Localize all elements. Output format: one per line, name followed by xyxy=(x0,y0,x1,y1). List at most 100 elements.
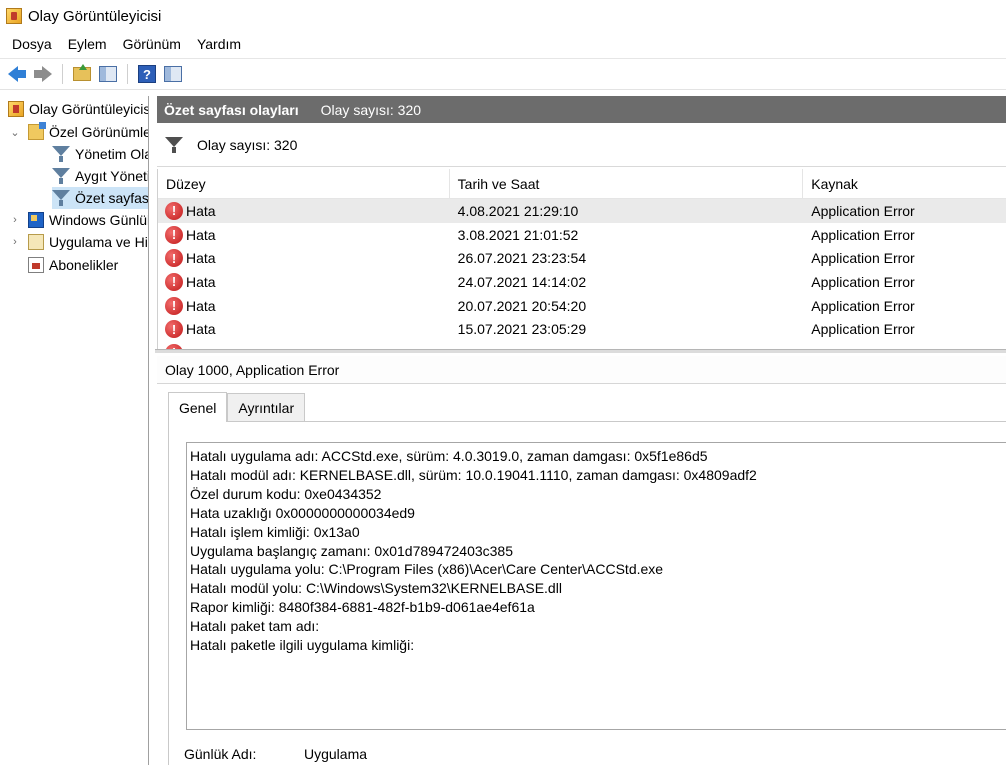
tree-item-label: Windows Günlükleri xyxy=(49,212,148,228)
window-title: Olay Görüntüleyicisi xyxy=(28,7,162,25)
error-icon: ! xyxy=(165,272,183,291)
description-line: Hatalı işlem kimliği: 0x13a0 xyxy=(190,523,360,540)
date-cell: 24.07.2021 14:14:02 xyxy=(457,273,587,290)
level-text: Hata xyxy=(186,202,216,219)
table-row[interactable]: ! Hata 15.07.2021 23:05:29 Application Er… xyxy=(158,317,1006,341)
menu-help[interactable]: Yardım xyxy=(189,36,249,52)
filter-event-count: Olay sayısı: 320 xyxy=(197,137,298,153)
event-count: Olay sayısı: 320 xyxy=(320,101,422,118)
level-text: Hata xyxy=(186,226,216,243)
chevron-right-icon[interactable]: › xyxy=(8,214,22,226)
filter-icon xyxy=(52,146,70,162)
source-cell: Application Error xyxy=(811,273,915,290)
forward-arrow-icon xyxy=(34,66,52,82)
tab-general[interactable]: Genel xyxy=(168,392,228,422)
table-row[interactable]: ! xyxy=(158,341,1006,349)
source-cell: Application Error xyxy=(811,250,915,267)
forward-button[interactable] xyxy=(32,63,54,85)
error-icon: ! xyxy=(165,296,183,315)
back-button[interactable] xyxy=(6,63,28,85)
table-row[interactable]: ! Hata 24.07.2021 14:14:02 Application Er… xyxy=(158,270,1006,294)
tree-item-label: Abonelikler xyxy=(49,257,119,273)
level-text: Hata xyxy=(186,321,216,338)
level-cell: ! Hata xyxy=(158,201,450,220)
level-text: Hata xyxy=(186,273,216,290)
description-line: Hatalı paket tam adı: xyxy=(190,618,320,635)
description-line: Hatalı uygulama adı: ACCStd.exe, sürüm: … xyxy=(190,448,708,464)
table-row[interactable]: ! Hata 4.08.2021 21:29:10 Application Err… xyxy=(158,199,1006,223)
tab-details[interactable]: Ayrıntılar xyxy=(227,393,306,421)
source-cell: Application Error xyxy=(811,297,915,314)
log-name-value[interactable]: Uygulama xyxy=(304,746,367,762)
chevron-down-icon[interactable]: ⌄ xyxy=(8,126,22,139)
column-header-source[interactable]: Kaynak xyxy=(803,169,1006,199)
windows-logs-icon xyxy=(28,212,44,228)
folder-up-icon xyxy=(73,64,91,81)
level-cell: ! Hata xyxy=(158,296,450,315)
view-title: Özet sayfası olayları xyxy=(164,101,299,118)
error-icon: ! xyxy=(165,320,183,339)
event-description[interactable]: Hatalı uygulama adı: ACCStd.exe, sürüm: … xyxy=(186,442,1006,730)
tree-item-app-service-logs[interactable]: › Uygulama ve Hizmet Günlükleri xyxy=(8,231,148,253)
menu-bar: Dosya Eylem Görünüm Yardım xyxy=(0,32,1006,56)
filter-bar: Olay sayısı: 320 xyxy=(157,124,1006,167)
application-logs-icon xyxy=(28,234,44,250)
view-header: Özet sayfası olayları Olay sayısı: 320 xyxy=(157,96,1006,123)
menu-view[interactable]: Görünüm xyxy=(115,36,189,52)
table-row[interactable]: ! Hata 26.07.2021 23:23:54 Application Er… xyxy=(158,246,1006,270)
tree-item-windows-logs[interactable]: › Windows Günlükleri xyxy=(8,209,148,231)
pane-splitter[interactable] xyxy=(155,349,1006,353)
level-cell: ! Hata xyxy=(158,249,450,268)
tree-item-label: Aygıt Yöneticisi xyxy=(75,168,148,184)
chevron-right-icon[interactable]: › xyxy=(8,236,22,248)
detail-tabs: Genel Ayrıntılar xyxy=(168,392,306,422)
column-header-date-time[interactable]: Tarih ve Saat xyxy=(450,169,804,199)
level-cell: ! Hata xyxy=(158,320,450,339)
error-icon: ! xyxy=(165,225,183,244)
description-line: Rapor kimliği: 8480f384-6881-482f-b1b9-d… xyxy=(190,599,535,616)
tree-item-label: Olay Görüntüleyicisi (Yerel) xyxy=(29,101,149,117)
menu-action[interactable]: Eylem xyxy=(60,36,115,52)
tree-item-subscriptions[interactable]: Abonelikler xyxy=(28,254,118,276)
help-button[interactable]: ? xyxy=(136,63,158,85)
console-tree: Olay Görüntüleyicisi (Yerel) ⌄ Özel Görü… xyxy=(0,96,149,765)
table-header: Düzey Tarih ve Saat Kaynak xyxy=(158,169,1006,199)
date-cell: 3.08.2021 21:01:52 xyxy=(457,226,579,243)
description-line: Hatalı uygulama yolu: C:\Program Files (… xyxy=(190,561,664,578)
level-cell: ! Hata xyxy=(158,225,450,244)
show-hide-action-pane-button[interactable] xyxy=(162,63,184,85)
description-line: Uygulama başlangıç zamanı: 0x01d78947240… xyxy=(190,542,514,559)
action-pane-icon xyxy=(164,66,182,82)
level-text: Hata xyxy=(186,250,216,267)
table-row[interactable]: ! Hata 20.07.2021 20:54:20 Application Er… xyxy=(158,294,1006,318)
tree-item-label: Yönetim Olayları xyxy=(75,146,148,162)
toolbar-separator xyxy=(62,64,63,84)
date-cell: 4.08.2021 21:29:10 xyxy=(457,202,579,219)
tree-item-label: Özel Görünümler xyxy=(49,124,149,140)
date-cell: 20.07.2021 20:54:20 xyxy=(457,297,587,314)
back-arrow-icon xyxy=(8,66,26,82)
source-cell: Application Error xyxy=(811,226,915,243)
description-line: Özel durum kodu: 0xe0434352 xyxy=(190,485,382,502)
tree-item-root[interactable]: Olay Görüntüleyicisi (Yerel) xyxy=(8,98,149,120)
source-cell: Application Error xyxy=(811,321,915,338)
filter-icon xyxy=(52,168,70,184)
tree-item-admin-events[interactable]: Yönetim Olayları xyxy=(52,143,148,165)
level-cell: ! Hata xyxy=(158,272,450,291)
subscriptions-icon xyxy=(28,257,44,273)
tree-item-summary-page-events[interactable]: Özet sayfası olayları xyxy=(52,187,148,209)
tree-item-device-manager[interactable]: Aygıt Yöneticisi xyxy=(52,165,148,187)
log-name-row: Günlük Adı: Uygulama xyxy=(184,746,367,762)
column-header-level[interactable]: Düzey xyxy=(158,169,450,199)
show-hide-console-tree-button[interactable] xyxy=(97,63,119,85)
event-viewer-app-icon xyxy=(6,8,22,24)
up-one-level-button[interactable] xyxy=(71,63,93,85)
tree-item-custom-views[interactable]: ⌄ Özel Görünümler xyxy=(8,121,149,143)
error-icon: ! xyxy=(165,249,183,268)
description-line: Hatalı modül yolu: C:\Windows\System32\K… xyxy=(190,580,562,597)
menu-file[interactable]: Dosya xyxy=(4,36,60,52)
table-row[interactable]: ! Hata 3.08.2021 21:01:52 Application Err… xyxy=(158,223,1006,247)
custom-views-folder-icon xyxy=(28,122,46,140)
events-table: Düzey Tarih ve Saat Kaynak ! Hata 4.08.20… xyxy=(157,169,1006,349)
description-line: Hata uzaklığı 0x0000000000034ed9 xyxy=(190,504,415,521)
